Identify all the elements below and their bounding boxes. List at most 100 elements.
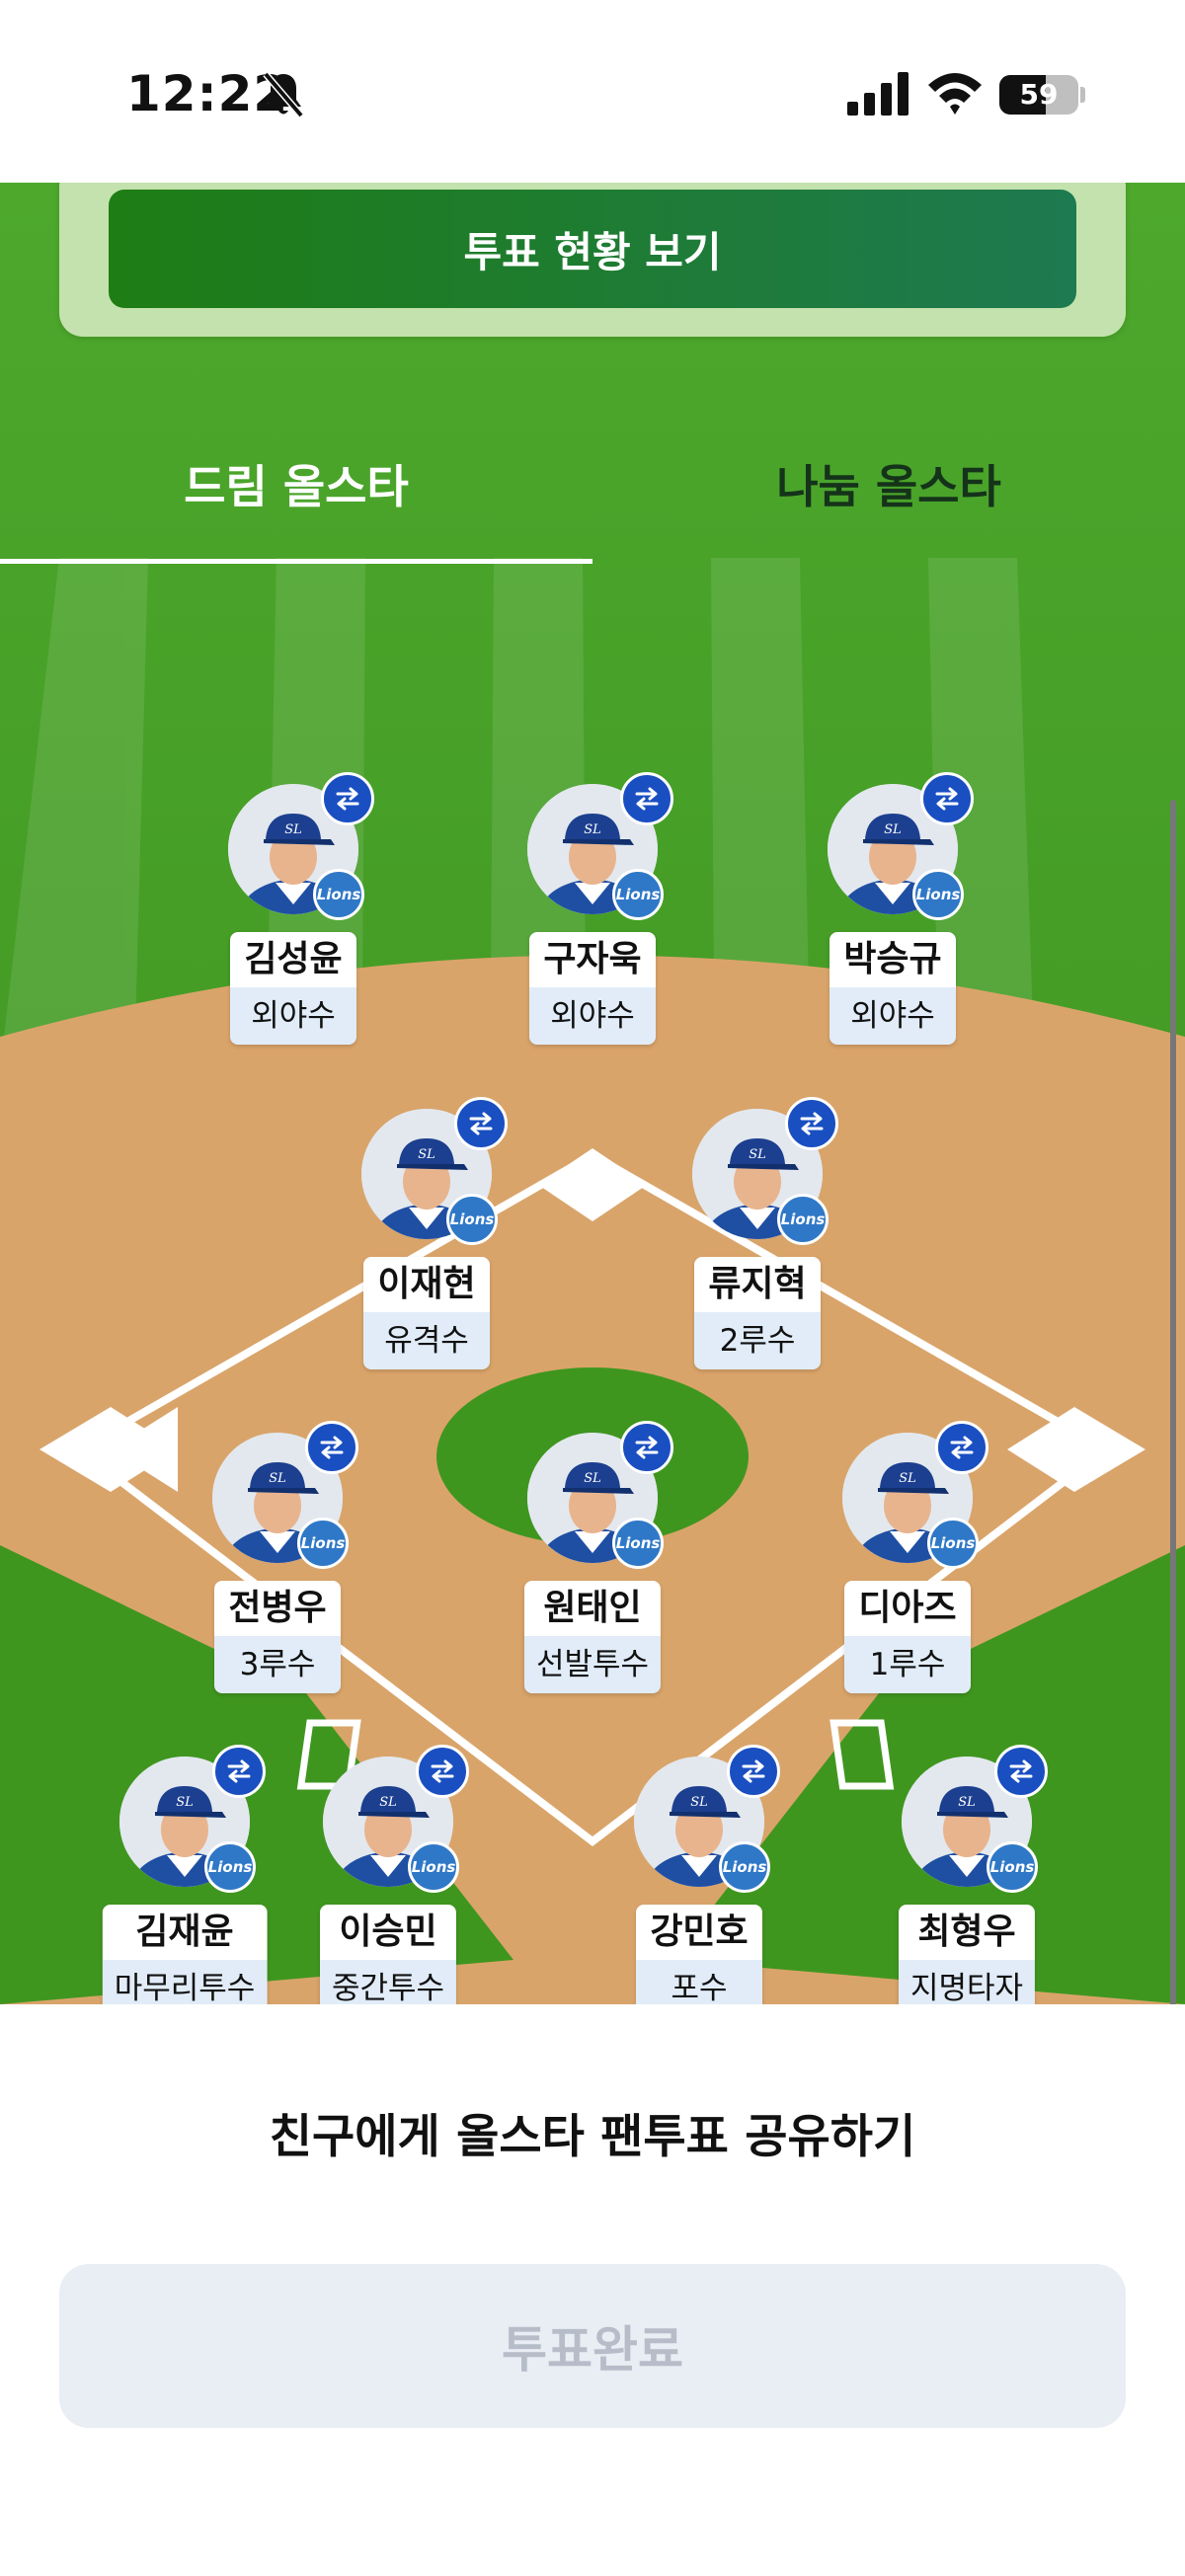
team-logo-icon: Lions: [987, 1841, 1038, 1893]
team-logo-icon: Lions: [927, 1518, 979, 1569]
player-name: 강민호: [636, 1905, 762, 1960]
player-name: 최형우: [898, 1905, 1036, 1960]
player-name: 이승민: [319, 1905, 457, 1960]
team-logo-icon: Lions: [612, 1518, 664, 1569]
team-logo-text: Lions: [615, 1534, 661, 1552]
team-logo-icon: Lions: [777, 1194, 829, 1245]
swap-icon[interactable]: [305, 1421, 358, 1474]
team-logo-icon: Lions: [446, 1194, 498, 1245]
player-position: 마무리투수: [102, 1960, 268, 2004]
player-position: 외야수: [830, 987, 956, 1045]
swap-icon[interactable]: [620, 1421, 673, 1474]
team-logo-icon: Lions: [204, 1841, 256, 1893]
svg-text:SL: SL: [584, 822, 601, 837]
swap-icon[interactable]: [785, 1097, 838, 1150]
vote-status-button[interactable]: 투표 현황 보기: [109, 190, 1076, 308]
player-label: 최형우 지명타자: [898, 1905, 1036, 2004]
vote-status-card: 투표 현황 보기: [59, 183, 1126, 337]
swap-icon[interactable]: [454, 1097, 508, 1150]
team-logo-text: Lions: [207, 1858, 253, 1876]
swap-icon[interactable]: [416, 1745, 469, 1798]
player-label: 원태인 선발투수: [523, 1581, 662, 1693]
player-label: 구자욱 외야수: [529, 932, 656, 1045]
player-card-jeon-bw[interactable]: SL Lions 전병우 3루수: [179, 1421, 376, 1719]
player-label: 디아즈 1루수: [844, 1581, 971, 1693]
player-label: 전병우 3루수: [214, 1581, 341, 1693]
player-card-ku-jw[interactable]: SL Lions 구자욱 외야수: [494, 772, 691, 1070]
svg-text:SL: SL: [176, 1795, 194, 1810]
player-card-kim-sy[interactable]: SL Lions 김성윤 외야수: [195, 772, 392, 1070]
swap-icon[interactable]: [994, 1745, 1048, 1798]
player-card-ryu-jh[interactable]: SL Lions 류지혁 2루수: [659, 1097, 856, 1395]
player-position: 선발투수: [523, 1636, 662, 1693]
status-bar: 12:22 59: [0, 0, 1185, 183]
player-label: 이승민 중간투수: [319, 1905, 457, 2004]
svg-text:SL: SL: [749, 1147, 766, 1162]
battery-icon: 59: [999, 75, 1078, 115]
team-logo-text: Lions: [722, 1858, 767, 1876]
team-logo-icon: Lions: [719, 1841, 770, 1893]
battery-percent: 59: [1019, 78, 1059, 111]
team-logo-text: Lions: [989, 1858, 1035, 1876]
player-card-lee-jh[interactable]: SL Lions 이재현 유격수: [328, 1097, 525, 1395]
player-card-park-sk[interactable]: SL Lions 박승규 외야수: [794, 772, 991, 1070]
player-card-diaz[interactable]: SL Lions 디아즈 1루수: [809, 1421, 1006, 1719]
wifi-icon: [928, 73, 982, 115]
player-position: 외야수: [230, 987, 356, 1045]
swap-icon[interactable]: [920, 772, 974, 825]
player-name: 이재현: [363, 1257, 490, 1312]
player-label: 류지혁 2루수: [694, 1257, 821, 1369]
team-logo-text: Lions: [316, 886, 361, 903]
svg-text:SL: SL: [379, 1795, 397, 1810]
player-card-kang-mh[interactable]: SL Lions 강민호 포수: [600, 1745, 798, 2004]
team-logo-text: Lions: [449, 1210, 495, 1228]
player-card-won-ti[interactable]: SL Lions 원태인 선발투수: [494, 1421, 691, 1719]
swap-icon[interactable]: [620, 772, 673, 825]
player-label: 강민호 포수: [636, 1905, 762, 2004]
player-position: 외야수: [529, 987, 656, 1045]
bell-muted-icon: [263, 71, 304, 118]
player-position: 지명타자: [898, 1960, 1036, 2004]
team-logo-text: Lions: [300, 1534, 346, 1552]
swap-icon[interactable]: [727, 1745, 780, 1798]
swap-icon[interactable]: [935, 1421, 988, 1474]
player-name: 류지혁: [694, 1257, 821, 1312]
svg-text:SL: SL: [884, 822, 902, 837]
player-card-lee-sm[interactable]: SL Lions 이승민 중간투수: [289, 1745, 487, 2004]
player-name: 구자욱: [529, 932, 656, 987]
svg-text:SL: SL: [899, 1471, 916, 1486]
player-position: 2루수: [694, 1312, 821, 1369]
vote-complete-button[interactable]: 투표완료: [59, 2264, 1126, 2428]
team-logo-icon: Lions: [297, 1518, 349, 1569]
team-logo-text: Lions: [915, 886, 961, 903]
team-logo-icon: Lions: [313, 869, 364, 920]
player-position: 유격수: [363, 1312, 490, 1369]
swap-icon[interactable]: [321, 772, 374, 825]
player-card-kim-jy[interactable]: SL Lions 김재윤 마무리투수: [86, 1745, 283, 2004]
player-card-choi-hw[interactable]: SL Lions 최형우 지명타자: [868, 1745, 1066, 2004]
share-link[interactable]: 친구에게 올스타 팬투표 공유하기: [0, 2098, 1185, 2166]
team-logo-text: Lions: [780, 1210, 826, 1228]
bottom-panel: 친구에게 올스타 팬투표 공유하기 투표완료: [0, 2004, 1185, 2576]
tab-nanum-allstar[interactable]: 나눔 올스타: [592, 439, 1185, 528]
svg-text:SL: SL: [584, 1471, 601, 1486]
team-logo-text: Lions: [615, 886, 661, 903]
player-name: 원태인: [523, 1581, 662, 1636]
player-position: 포수: [636, 1960, 762, 2004]
svg-text:SL: SL: [690, 1795, 708, 1810]
player-position: 중간투수: [319, 1960, 457, 2004]
player-label: 김재윤 마무리투수: [102, 1905, 268, 2004]
active-tab-indicator: [0, 559, 592, 564]
player-position: 3루수: [214, 1636, 341, 1693]
player-label: 김성윤 외야수: [230, 932, 356, 1045]
team-logo-icon: Lions: [408, 1841, 459, 1893]
player-name: 디아즈: [844, 1581, 971, 1636]
tab-dream-allstar[interactable]: 드림 올스타: [0, 439, 592, 528]
svg-text:SL: SL: [284, 822, 302, 837]
swap-icon[interactable]: [212, 1745, 266, 1798]
player-name: 전병우: [214, 1581, 341, 1636]
team-logo-text: Lions: [930, 1534, 976, 1552]
scrollbar[interactable]: [1170, 800, 1176, 2004]
svg-text:SL: SL: [958, 1795, 976, 1810]
team-logo-icon: Lions: [612, 869, 664, 920]
